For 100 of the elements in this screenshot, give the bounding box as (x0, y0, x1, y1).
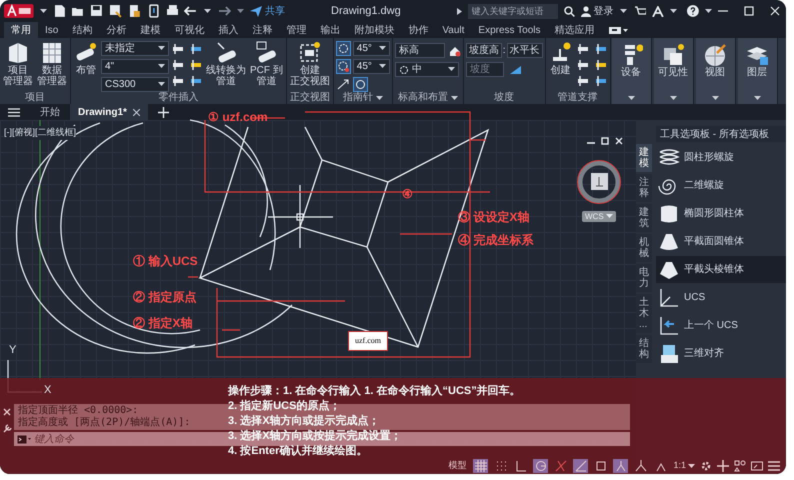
document-tab[interactable]: Drawing1* (70, 104, 148, 120)
ribbon-tab[interactable]: 建模 (133, 22, 168, 38)
search-icon[interactable] (564, 6, 575, 16)
viewcube-icon[interactable] (575, 158, 623, 206)
login-button[interactable]: 登录 (580, 4, 614, 18)
arrow-icon[interactable] (336, 77, 351, 92)
viewport-label[interactable]: [-][俯视][二维线框] (4, 126, 76, 140)
slope-field[interactable]: 坡度 (466, 62, 504, 77)
undo-icon[interactable] (184, 5, 198, 17)
dropdown[interactable]: 45° (352, 41, 390, 56)
ribbon-tab[interactable]: 注释 (245, 22, 280, 38)
plus-icon[interactable] (717, 460, 729, 472)
palette-tab[interactable]: 建筑 (636, 204, 652, 232)
status-toggle[interactable] (553, 459, 568, 473)
terminal-icon[interactable] (17, 434, 31, 444)
close-icon[interactable] (132, 108, 140, 116)
ribbon-tab[interactable]: 常用 (4, 22, 38, 38)
settings-icon[interactable] (700, 460, 712, 472)
shapes-icon[interactable] (734, 460, 746, 472)
menu-icon[interactable] (768, 460, 780, 472)
tool-icon[interactable] (594, 74, 608, 88)
ribbon-tab[interactable]: Iso (38, 22, 66, 38)
print-icon[interactable] (166, 4, 178, 18)
ribbon-tab[interactable]: 可视化 (167, 22, 212, 38)
compass-ring-icon[interactable] (352, 77, 368, 92)
palette-item[interactable]: 平截面圆锥体 (656, 228, 786, 255)
ribbon-tab[interactable]: Express Tools (471, 22, 548, 38)
status-toggle[interactable] (633, 459, 648, 473)
expand-icon[interactable] (456, 8, 462, 14)
document-icon[interactable] (52, 4, 66, 18)
save-as-icon[interactable] (109, 4, 122, 18)
ribbon-button[interactable]: 创建 正交视图 (288, 41, 331, 87)
palette-tab[interactable]: 结构 (636, 335, 652, 363)
ribbon-tab[interactable]: 精选应用 (547, 22, 602, 38)
ribbon-tab[interactable]: 分析 (99, 22, 134, 38)
command-input[interactable]: 键入命令 (34, 433, 90, 445)
tool-icon[interactable] (171, 74, 185, 88)
ribbon-button[interactable]: 线转换为 管道 (205, 41, 247, 87)
text-field[interactable]: 标高 (394, 43, 445, 58)
text-field[interactable]: 坡度高 (466, 43, 502, 58)
ribbon-tab[interactable]: 协作 (401, 22, 436, 38)
compass-ring-icon[interactable] (336, 41, 351, 56)
share-button[interactable]: 共享 (250, 4, 286, 18)
maximize-icon[interactable] (744, 6, 754, 16)
ribbon-button[interactable]: PCF 到 管道 (249, 41, 284, 87)
status-toggle[interactable] (613, 459, 628, 473)
tool-icon[interactable] (594, 58, 608, 72)
tool-icon[interactable] (171, 58, 185, 72)
ribbon-tab[interactable]: Vault (435, 22, 472, 38)
ribbon-tab[interactable]: 附加模块 (347, 22, 402, 38)
dropdown[interactable]: 中 (394, 62, 459, 77)
ribbon-tab[interactable]: 结构 (65, 22, 100, 38)
dropdown[interactable]: CS300 (101, 77, 169, 92)
close-icon[interactable] (3, 408, 11, 416)
menu-icon[interactable] (8, 108, 20, 116)
tool-icon[interactable] (189, 42, 203, 56)
text-field[interactable]: 水平长 (506, 43, 543, 58)
palette-item[interactable]: 圆柱形螺旋 (656, 144, 786, 171)
palette-item[interactable]: 上一个 UCS (656, 312, 786, 339)
save-icon[interactable] (90, 4, 104, 18)
document-export-icon[interactable] (128, 4, 141, 18)
search-field[interactable]: 键入关键字或短语 (468, 4, 558, 18)
slope-icon[interactable] (510, 64, 522, 75)
phone-icon[interactable] (146, 4, 160, 18)
palette-tab[interactable]: 土木... (636, 294, 652, 333)
dropdown[interactable]: 4" (101, 59, 169, 74)
wrench-icon[interactable] (2, 424, 12, 433)
help-icon[interactable] (687, 5, 700, 17)
status-toggle[interactable] (533, 459, 548, 473)
palette-item[interactable]: UCS (656, 284, 786, 311)
restore-icon[interactable] (601, 137, 609, 145)
add-tab-icon[interactable] (158, 106, 169, 118)
tool-icon[interactable] (576, 74, 590, 88)
ribbon-button[interactable]: 数据 管理器 (36, 41, 68, 87)
ribbon-button[interactable]: 布管 (73, 41, 99, 76)
tool-icon[interactable] (189, 58, 203, 72)
ribbon-tab[interactable]: 管理 (279, 22, 314, 38)
tool-icon[interactable] (189, 74, 203, 88)
palette-item[interactable]: 三维对齐 (656, 340, 786, 367)
tool-icon[interactable] (171, 42, 185, 56)
status-toggle[interactable] (473, 459, 488, 473)
status-toggle[interactable] (573, 459, 588, 473)
document-tab[interactable]: 开始 (32, 104, 68, 120)
ribbon-tab[interactable]: 输出 (313, 22, 348, 38)
scale-dropdown[interactable]: 1:1 (673, 459, 695, 473)
house-icon[interactable] (448, 44, 461, 56)
tool-icon[interactable] (576, 58, 590, 72)
palette-tab[interactable]: 注释 (636, 174, 652, 202)
dropdown[interactable]: 45° (352, 59, 390, 74)
model-tab[interactable]: 模型 (448, 459, 466, 473)
ribbon-tab[interactable]: 插入 (211, 22, 246, 38)
ribbon-button[interactable]: 项目 管理器 (2, 41, 34, 87)
compass-ring-icon[interactable] (336, 59, 351, 74)
fullscreen-icon[interactable] (751, 460, 763, 472)
tool-icon[interactable] (576, 42, 590, 56)
ribbon-button[interactable]: 创建 (548, 41, 574, 76)
workspace-icon[interactable] (609, 25, 630, 35)
dropdown[interactable]: 未指定 (101, 41, 169, 56)
palette-tab[interactable]: 机械 (636, 234, 652, 262)
tool-icon[interactable] (594, 42, 608, 56)
